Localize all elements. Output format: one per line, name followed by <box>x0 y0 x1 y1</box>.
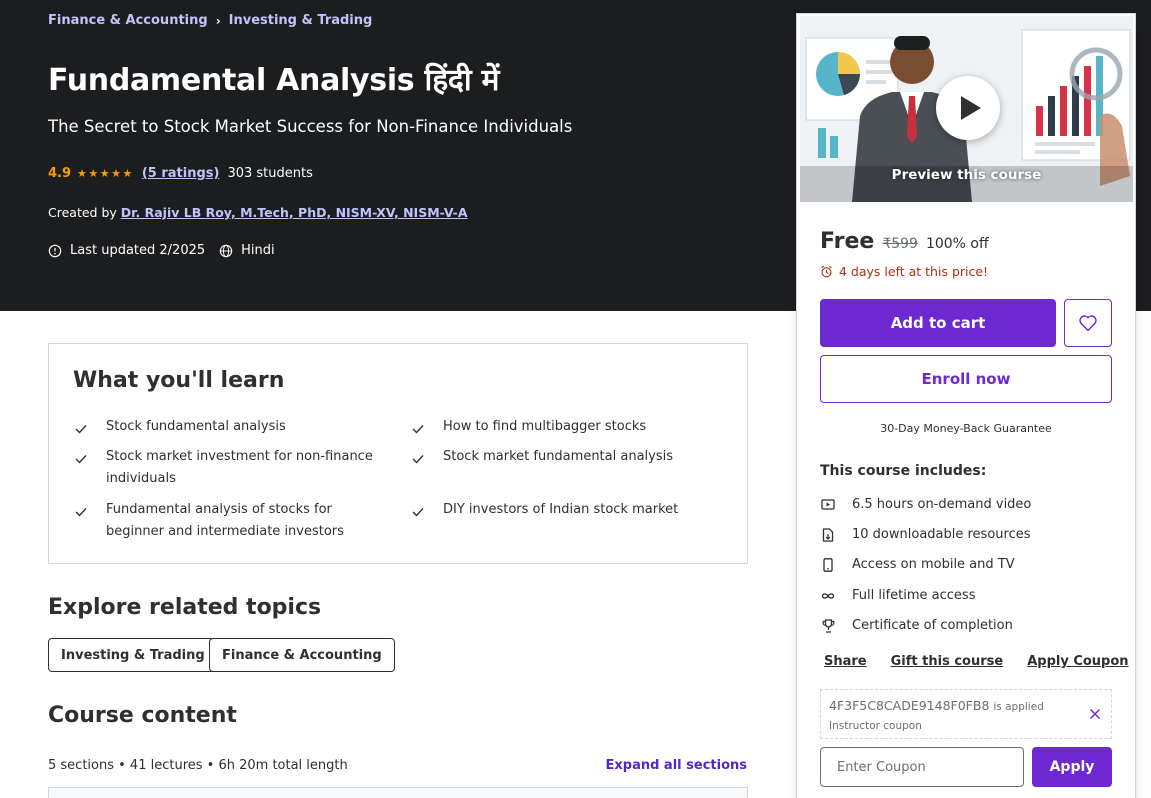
learn-item: How to find multibagger stocks <box>412 416 712 442</box>
include-item: 6.5 hours on-demand video <box>820 497 1031 512</box>
last-updated: Last updated 2/2025 <box>70 243 206 258</box>
course-subtitle: The Secret to Stock Market Success for N… <box>48 117 573 136</box>
topic-button-finance[interactable]: Finance & Accounting <box>209 638 395 672</box>
course-content-heading: Course content <box>48 703 237 728</box>
learn-item: Stock market fundamental analysis <box>412 446 712 472</box>
coupon-input[interactable] <box>820 747 1024 787</box>
wishlist-button[interactable] <box>1064 299 1112 347</box>
breadcrumb-item-investing[interactable]: Investing & Trading <box>229 13 373 28</box>
breadcrumb-item-finance[interactable]: Finance & Accounting <box>48 13 208 28</box>
applied-coupon: 4F3F5C8CADE9148F0FB8 is applied Instruct… <box>820 689 1112 739</box>
close-icon[interactable] <box>1089 705 1101 724</box>
topic-button-investing[interactable]: Investing & Trading <box>48 638 218 672</box>
course-meta: Last updated 2/2025 Hindi <box>48 243 275 258</box>
trophy-icon <box>820 618 836 633</box>
discount-percentage: 100% off <box>925 236 989 252</box>
current-price: Free <box>820 229 875 254</box>
price-timer: 4 days left at this price! <box>820 264 988 279</box>
star-rating-icon: ★★★★★ <box>77 167 134 180</box>
include-item: 10 downloadable resources <box>820 527 1031 542</box>
course-title: Fundamental Analysis हिंदी में <box>48 63 500 98</box>
ratings-count-link[interactable]: (5 ratings) <box>142 166 220 181</box>
file-download-icon <box>820 527 836 542</box>
coupon-applied-text: is applied <box>993 701 1044 713</box>
created-by: Created by Dr. Rajiv LB Roy, M.Tech, PhD… <box>48 205 468 220</box>
students-count: 303 students <box>227 166 313 181</box>
coupon-code: 4F3F5C8CADE9148F0FB8 <box>829 698 990 713</box>
created-by-label: Created by <box>48 205 117 220</box>
includes-heading: This course includes: <box>820 463 987 479</box>
share-button[interactable]: Share <box>824 654 867 669</box>
what-youll-learn: What you'll learn Stock fundamental anal… <box>48 343 748 564</box>
include-item: Access on mobile and TV <box>820 557 1015 572</box>
globe-icon <box>219 244 233 257</box>
learn-item: Stock fundamental analysis <box>75 416 375 442</box>
gift-course-button[interactable]: Gift this course <box>891 654 1004 669</box>
include-item: Certificate of completion <box>820 618 1013 633</box>
play-button-icon[interactable] <box>936 76 1000 140</box>
infinity-icon <box>820 592 836 600</box>
check-icon <box>75 499 89 543</box>
enroll-now-button[interactable]: Enroll now <box>820 355 1112 403</box>
apply-coupon-button[interactable]: Apply <box>1032 747 1112 787</box>
money-back-guarantee: 30-Day Money-Back Guarantee <box>880 422 1052 435</box>
course-section-header[interactable] <box>48 787 748 798</box>
heart-icon <box>1079 315 1097 332</box>
learn-heading: What you'll learn <box>73 368 285 393</box>
original-price: ₹599 <box>882 236 918 252</box>
check-icon <box>412 446 426 472</box>
course-content-meta: 5 sections • 41 lectures • 6h 20m total … <box>48 758 348 773</box>
check-icon <box>412 499 426 525</box>
coupon-code-line: 4F3F5C8CADE9148F0FB8 is applied <box>829 698 1044 713</box>
check-icon <box>75 416 89 442</box>
preview-label: Preview this course <box>891 167 1042 183</box>
course-preview-video[interactable]: Preview this course <box>800 16 1133 202</box>
alarm-clock-icon <box>821 265 832 278</box>
video-icon <box>820 498 836 511</box>
card-links: Share Gift this course Apply Coupon <box>824 654 1129 669</box>
timer-text: 4 days left at this price! <box>839 264 989 279</box>
price-row: Free ₹599 100% off <box>820 229 989 254</box>
chevron-right-icon: › <box>215 13 221 28</box>
alert-clock-icon <box>48 244 62 257</box>
mobile-icon <box>820 557 836 572</box>
add-to-cart-button[interactable]: Add to cart <box>820 299 1056 347</box>
include-item: Full lifetime access <box>820 588 975 603</box>
check-icon <box>75 446 89 490</box>
rating-row: 4.9 ★★★★★ (5 ratings) 303 students <box>48 166 313 181</box>
apply-coupon-link[interactable]: Apply Coupon <box>1027 654 1128 669</box>
expand-all-sections-button[interactable]: Expand all sections <box>606 758 748 773</box>
instructor-link[interactable]: Dr. Rajiv LB Roy, M.Tech, PhD, NISM-XV, … <box>121 205 468 220</box>
check-icon <box>412 416 426 442</box>
breadcrumb: Finance & Accounting › Investing & Tradi… <box>48 13 372 28</box>
purchase-card: Preview this course Free ₹599 100% off 4… <box>796 13 1136 798</box>
learn-item: DIY investors of Indian stock market <box>412 499 712 525</box>
learn-item: Fundamental analysis of stocks for begin… <box>75 499 375 543</box>
course-language: Hindi <box>241 243 275 258</box>
learn-item: Stock market investment for non-finance … <box>75 446 375 490</box>
coupon-type: Instructor coupon <box>829 720 922 732</box>
explore-heading: Explore related topics <box>48 595 322 620</box>
rating-value: 4.9 <box>48 166 72 181</box>
